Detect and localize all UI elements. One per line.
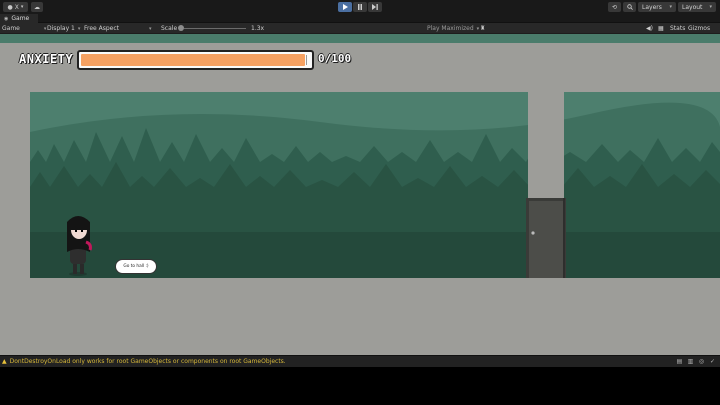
chevron-down-icon: ▾ [149, 25, 152, 32]
history-button[interactable]: ⟲ [608, 2, 621, 12]
chevron-down-icon: ▾ [669, 4, 672, 10]
anxiety-meter-fill [81, 54, 305, 66]
step-button[interactable] [368, 2, 382, 12]
scale-label: Scale [161, 25, 178, 32]
forest-strip-top [0, 34, 720, 43]
gizmos-label: Gizmos [688, 25, 711, 32]
cloud-icon: ☁ [34, 3, 40, 11]
tab-game[interactable]: ◉ Game [0, 14, 38, 23]
anxiety-label: ANXIETY [19, 52, 74, 66]
grid-icon: ▦ [658, 25, 664, 32]
warning-icon: ▲ [2, 358, 7, 365]
gamepad-icon: ◉ [4, 15, 9, 22]
console-message[interactable]: DontDestroyOnLoad only works for root Ga… [10, 358, 286, 365]
step-icon [372, 4, 378, 10]
grid-button[interactable]: ▦ [658, 23, 664, 34]
display-dropdown[interactable]: Display 1 ▾ [47, 23, 80, 34]
view-mode-label: Game [2, 25, 20, 32]
account-label: X [14, 3, 19, 11]
status-icons: ▤ ▥ ◎ ✓ [676, 358, 716, 365]
play-mode-dropdown[interactable]: Play Maximized ▾ [427, 23, 479, 34]
speech-text: Go to hall :) [123, 264, 149, 269]
scale-slider-track[interactable] [184, 28, 246, 29]
history-icon: ⟲ [611, 3, 618, 11]
anxiety-meter-cap [306, 55, 309, 65]
layers-dropdown[interactable]: Layers ▾ [638, 2, 676, 12]
layers-label: Layers [642, 3, 662, 11]
play-mode-label: Play Maximized [427, 25, 474, 32]
account-dropdown[interactable]: ● X ▾ [3, 2, 28, 12]
view-mode-dropdown[interactable]: Game ▾ [2, 23, 46, 34]
anxiety-value: 0/100 [318, 52, 352, 65]
layout-dropdown[interactable]: Layout ▾ [678, 2, 716, 12]
tab-bar: ◉ Game [0, 14, 720, 23]
audio-icon: ♜ [480, 25, 486, 32]
speaker-icon: ◀) [646, 25, 653, 32]
gizmos-button[interactable]: Gizmos [688, 23, 710, 34]
chevron-down-icon: ▾ [77, 25, 81, 32]
stats-label: Stats [670, 25, 686, 32]
stats-button[interactable]: Stats [670, 23, 685, 34]
forest-scene [30, 92, 720, 278]
display-label: Display 1 [47, 25, 75, 32]
mute-audio-button[interactable]: ♜ [480, 23, 485, 34]
screen-bottom-area [0, 367, 720, 405]
scale-value: 1.3x [251, 25, 265, 32]
account-icon: ● [7, 3, 13, 11]
anxiety-meter [77, 50, 314, 70]
cloud-button[interactable]: ☁ [31, 2, 43, 12]
game-view-toolbar: Game ▾ Display 1 ▾ Free Aspect ▾ Scale 1… [0, 23, 720, 34]
main-toolbar: ● X ▾ ☁ ⟲ Layers ▾ Layout ▾ [0, 0, 720, 14]
search-icon [626, 4, 633, 10]
audio-toggle-button[interactable]: ◀) [646, 23, 653, 34]
console-status-bar[interactable]: ▲ DontDestroyOnLoad only works for root … [0, 355, 720, 367]
aspect-label: Free Aspect [84, 25, 120, 32]
progress-icon[interactable]: ▥ [687, 358, 694, 365]
chevron-down-icon: ▾ [709, 4, 712, 10]
speech-bubble: Go to hall :) [115, 259, 157, 274]
scale-slider-handle[interactable] [178, 25, 184, 31]
chevron-down-icon: ▾ [476, 25, 480, 32]
console-icon[interactable]: ▤ [676, 358, 683, 365]
play-icon [343, 4, 348, 10]
check-icon[interactable]: ✓ [709, 358, 716, 365]
chevron-down-icon: ▾ [43, 25, 47, 32]
bug-icon[interactable]: ◎ [698, 358, 705, 365]
play-button[interactable] [338, 2, 352, 12]
pause-icon [358, 4, 362, 10]
layout-label: Layout [682, 3, 703, 11]
chevron-down-icon: ▾ [20, 4, 24, 10]
search-button[interactable] [623, 2, 636, 12]
aspect-dropdown[interactable]: Free Aspect ▾ [84, 23, 152, 34]
pause-button[interactable] [353, 2, 367, 12]
tab-game-label: Game [11, 15, 30, 22]
game-viewport[interactable]: ANXIETY 0/100 Go to hall :) [0, 34, 720, 355]
